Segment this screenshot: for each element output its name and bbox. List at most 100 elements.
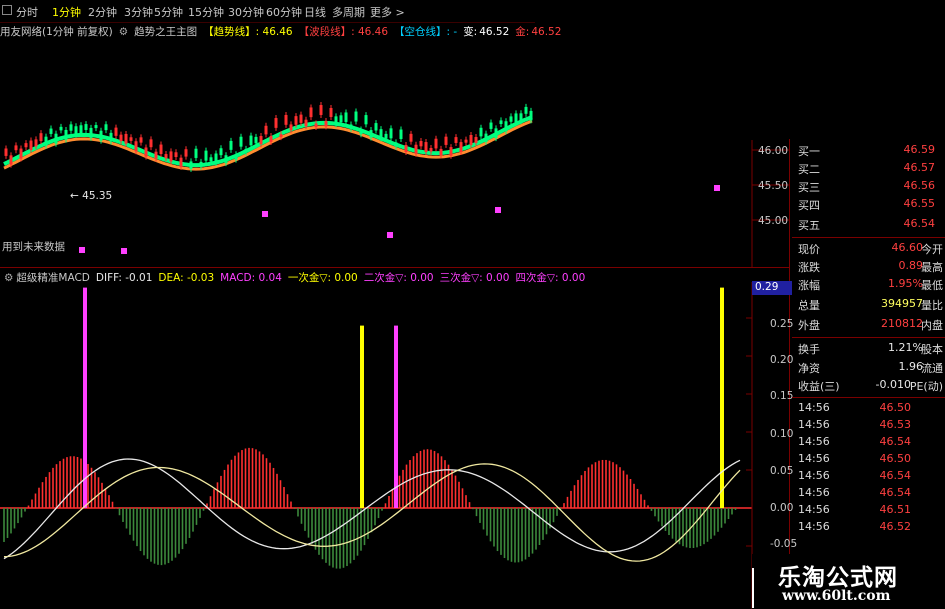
- candle-body: [289, 124, 293, 131]
- quote-row: 涨幅 1.95% 最低: [798, 277, 943, 292]
- candle-body: [449, 147, 453, 156]
- candle-body: [504, 121, 508, 132]
- bid-row: 买五 46.54: [798, 217, 935, 232]
- candle-body: [259, 136, 263, 145]
- candle-body: [124, 133, 128, 144]
- tab-fenshi[interactable]: 分时: [16, 4, 38, 20]
- signal-marker: [495, 207, 501, 213]
- candle-body: [129, 137, 133, 141]
- candle-body: [309, 107, 313, 118]
- wave-line: [3, 115, 533, 168]
- macd-axis-label: 0.05: [770, 465, 794, 477]
- settings-icon[interactable]: ⚙: [119, 26, 128, 38]
- watermark-text: 乐淘公式网: [778, 565, 898, 591]
- tick-row: 14:56 46.53: [798, 418, 911, 431]
- candle-body: [349, 124, 353, 129]
- bid-row: 买四 46.55: [798, 197, 935, 212]
- fund-row: 换手 1.21% 股本: [798, 341, 943, 356]
- candle-body: [314, 123, 318, 128]
- macd-axis-label: 0.25: [770, 318, 794, 330]
- quote-panel: 买一 46.59 买二 46.57 买三 46.56 买四 46.55 买五 46.54 …: [792, 139, 945, 559]
- candle-body: [69, 124, 73, 131]
- change-value: 46.52: [479, 26, 510, 38]
- fund-row: 净资 1.96 流通: [798, 360, 943, 375]
- candle-body: [459, 142, 463, 152]
- candle-body: [474, 137, 478, 143]
- candle-body: [49, 128, 53, 134]
- candle-body: [149, 139, 153, 148]
- candle-body: [84, 124, 88, 130]
- candle-body: [74, 126, 78, 135]
- quote-row: 外盘 210812 内盘: [798, 317, 943, 332]
- candle-body: [379, 129, 383, 139]
- candle-body: [94, 125, 98, 129]
- tab-multi[interactable]: 多周期: [332, 4, 365, 20]
- signal-spike: [360, 325, 364, 508]
- trend-label: 【趋势线】: [203, 26, 256, 38]
- candle-body: [204, 150, 208, 161]
- candle-body: [494, 128, 498, 139]
- period-icon[interactable]: [2, 4, 15, 17]
- candle-body: [229, 140, 233, 150]
- candle-body: [179, 157, 183, 167]
- candle-body: [189, 161, 193, 169]
- pane-divider: [0, 267, 790, 268]
- signal-marker: [121, 248, 127, 254]
- candle-body: [154, 151, 158, 159]
- tab-15min[interactable]: 15分钟: [188, 4, 224, 20]
- empty-value: : -: [446, 26, 458, 38]
- tab-5min[interactable]: 5分钟: [154, 4, 183, 20]
- tick-row: 14:56 46.54: [798, 435, 911, 448]
- candle-body: [279, 134, 283, 138]
- candle-body: [59, 126, 63, 131]
- tab-daily[interactable]: 日线: [304, 4, 326, 20]
- candle-body: [339, 115, 343, 123]
- tab-60min[interactable]: 60分钟: [266, 4, 302, 20]
- tab-3min[interactable]: 3分钟: [124, 4, 153, 20]
- change-label: 变:: [463, 26, 478, 38]
- candle-body: [354, 111, 358, 122]
- tab-30min[interactable]: 30分钟: [228, 4, 264, 20]
- candle-body: [174, 152, 178, 157]
- candle-body: [184, 149, 188, 157]
- bid-row: 买三 46.56: [798, 179, 935, 194]
- candle-body: [344, 112, 348, 122]
- low-marker: ← 45.35: [70, 190, 113, 202]
- candle-body: [254, 136, 258, 144]
- candle-body: [419, 141, 423, 147]
- candle-body: [489, 122, 493, 129]
- candle-body: [214, 153, 218, 163]
- candle-body: [29, 140, 33, 151]
- wave-value: : 46.46: [351, 26, 389, 38]
- candle-body: [529, 110, 533, 121]
- candle-body: [439, 148, 443, 156]
- candle-body: [194, 148, 198, 158]
- watermark-logo: 乐淘公式网 www.60lt.com: [752, 554, 945, 609]
- watermark-url: www.60lt.com: [782, 588, 891, 604]
- candle-body: [384, 133, 388, 139]
- main-kline-chart[interactable]: [0, 40, 790, 267]
- candle-body: [109, 132, 113, 142]
- candle-body: [209, 157, 213, 162]
- macd-axis-label: 0.20: [770, 354, 794, 366]
- quote-row: 总量 394957 量比: [798, 297, 943, 312]
- candle-body: [424, 142, 428, 152]
- price-axis-label: 45.00: [758, 215, 789, 227]
- period-toolbar: 分时 1分钟 2分钟 3分钟 5分钟 15分钟 30分钟 60分钟 日线 多周期…: [0, 0, 535, 23]
- main-chart-legend: 用友网络(1分钟 前复权) ⚙ 趋势之王主图 【趋势线】: 46.46 【波段线】: 4…: [0, 24, 567, 40]
- macd-chart[interactable]: [0, 282, 790, 609]
- tab-1min[interactable]: 1分钟: [52, 4, 81, 20]
- candle-body: [199, 161, 203, 167]
- gold-label: 金:: [515, 26, 530, 38]
- candle-body: [134, 141, 138, 152]
- candle-body: [359, 129, 363, 135]
- tab-more[interactable]: 更多 >: [370, 4, 405, 20]
- tab-2min[interactable]: 2分钟: [88, 4, 117, 20]
- candle-body: [164, 154, 168, 159]
- candle-body: [334, 116, 338, 125]
- indicator-name[interactable]: 趋势之王主图: [134, 26, 197, 38]
- candle-body: [104, 124, 108, 131]
- candle-body: [249, 135, 253, 146]
- candle-body: [89, 127, 93, 138]
- candle-body: [399, 129, 403, 140]
